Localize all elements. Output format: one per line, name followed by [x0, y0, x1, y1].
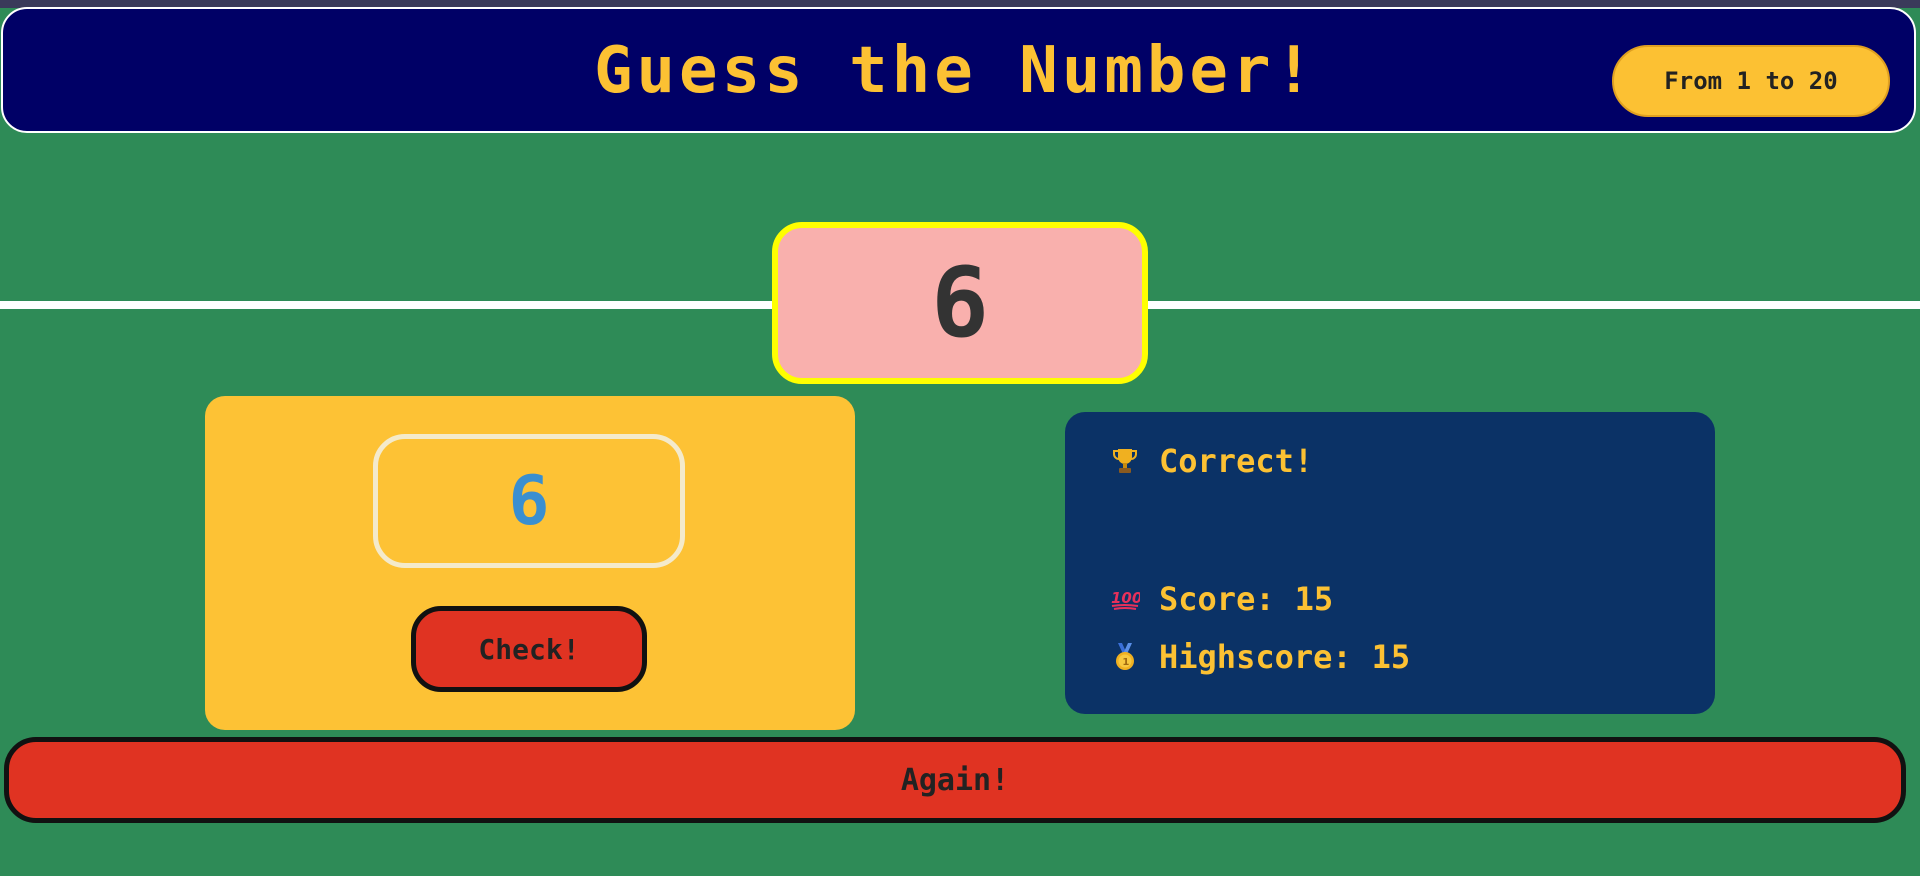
- hundred-points-icon: 100: [1105, 581, 1145, 617]
- highscore-label: Highscore:: [1159, 638, 1352, 676]
- message-row: Correct!: [1105, 442, 1313, 480]
- stats-panel: Correct! 100 Score: 15 1 Highscore: 15: [1065, 412, 1715, 714]
- highscore-row: 1 Highscore: 15: [1105, 638, 1410, 676]
- header-bar: Guess the Number! From 1 to 20: [1, 7, 1916, 133]
- score-value: 15: [1294, 580, 1334, 618]
- secret-number-box: 6: [772, 222, 1148, 384]
- score-row: 100 Score: 15: [1105, 580, 1333, 618]
- score-label: Score:: [1159, 580, 1275, 618]
- guess-message: Correct!: [1159, 442, 1314, 480]
- range-badge: From 1 to 20: [1612, 45, 1890, 117]
- trophy-icon: [1105, 443, 1145, 479]
- again-button[interactable]: Again!: [4, 737, 1906, 823]
- medal-icon: 1: [1105, 639, 1145, 675]
- check-button[interactable]: Check!: [411, 606, 647, 692]
- highscore-value: 15: [1371, 638, 1411, 676]
- svg-text:1: 1: [1122, 657, 1129, 668]
- guess-panel: Check!: [205, 396, 855, 730]
- guess-input[interactable]: [373, 434, 685, 568]
